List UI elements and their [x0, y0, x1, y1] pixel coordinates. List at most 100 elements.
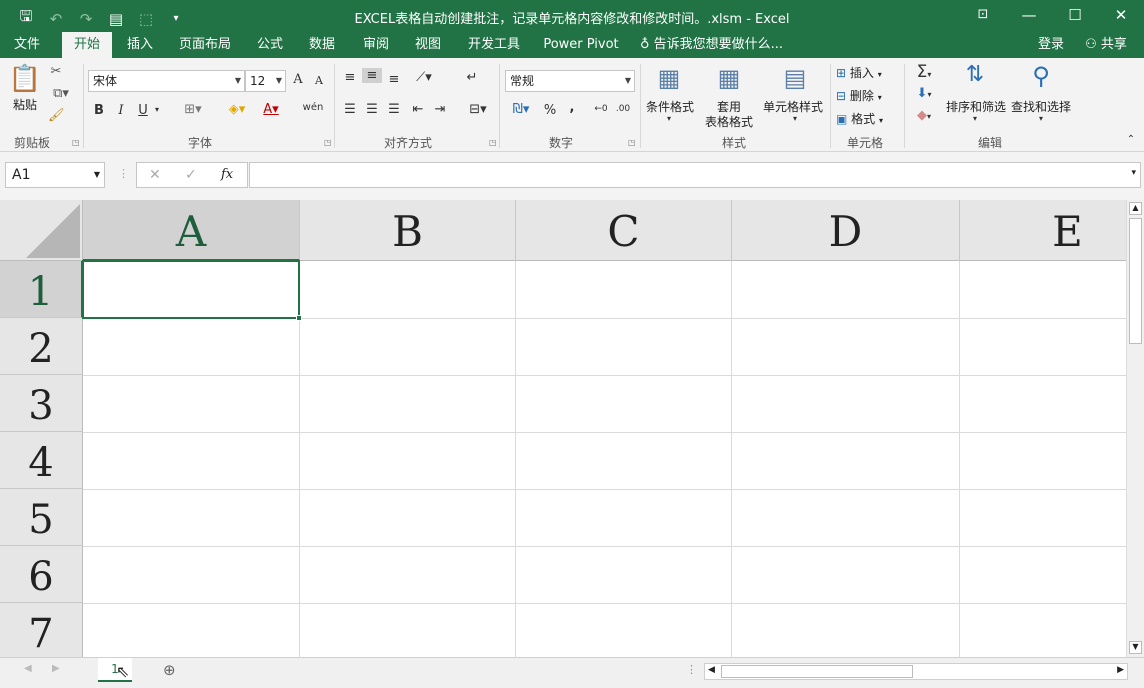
italic-button[interactable]: I: [114, 103, 128, 118]
tab-developer[interactable]: 开发工具: [460, 32, 528, 58]
close-icon[interactable]: ✕: [1098, 0, 1144, 32]
number-launcher-icon[interactable]: ◳: [628, 138, 636, 147]
column-header-a[interactable]: A: [83, 200, 300, 261]
font-name-select[interactable]: 宋体 ▼: [88, 70, 245, 92]
cell-styles-icon[interactable]: ▤: [778, 64, 812, 92]
bold-button[interactable]: B: [92, 103, 106, 118]
tab-splitter-icon[interactable]: ⋮: [686, 663, 697, 676]
align-right-icon[interactable]: ☰: [386, 102, 402, 117]
maximize-icon[interactable]: ☐: [1052, 0, 1098, 32]
align-center-icon[interactable]: ☰: [364, 102, 380, 117]
column-header-c[interactable]: C: [516, 200, 732, 261]
select-all-button[interactable]: [0, 200, 83, 261]
share-button[interactable]: ⚇ 共享: [1074, 32, 1138, 58]
cut-icon[interactable]: ✂: [48, 64, 64, 79]
row-header-5[interactable]: 5: [0, 489, 83, 546]
row-header-3[interactable]: 3: [0, 375, 83, 432]
tab-formulas[interactable]: 公式: [248, 32, 292, 58]
formula-input[interactable]: ▾: [249, 162, 1141, 188]
increase-font-icon[interactable]: A: [290, 72, 306, 87]
row-header-4[interactable]: 4: [0, 432, 83, 489]
tab-view[interactable]: 视图: [406, 32, 450, 58]
decrease-indent-icon[interactable]: ⇤: [410, 102, 426, 117]
tab-data[interactable]: 数据: [300, 32, 344, 58]
borders-icon[interactable]: ⊞▾: [178, 102, 208, 117]
minimize-icon[interactable]: —: [1006, 0, 1052, 32]
comma-button[interactable]: ,: [566, 100, 578, 115]
row-header-7[interactable]: 7: [0, 603, 83, 657]
orientation-icon[interactable]: ⟋▾: [410, 70, 438, 85]
conditional-format-icon[interactable]: ▦: [652, 64, 686, 92]
delete-cells-button[interactable]: ⊟ 删除 ▾: [836, 87, 900, 104]
tab-home[interactable]: 开始: [62, 32, 112, 58]
vertical-scrollbar[interactable]: ▲ ▼: [1126, 200, 1144, 657]
format-as-table-line2[interactable]: 表格格式: [698, 113, 760, 130]
cell-styles-button[interactable]: 单元格样式: [762, 98, 824, 115]
align-left-icon[interactable]: ☰: [342, 102, 358, 117]
splitter-icon[interactable]: ⋮: [118, 167, 129, 180]
conditional-format-button[interactable]: 条件格式: [644, 98, 696, 115]
scroll-down-icon[interactable]: ▼: [1129, 641, 1142, 654]
merge-center-icon[interactable]: ⊟▾: [464, 102, 492, 117]
format-painter-icon[interactable]: 🖌: [48, 108, 65, 123]
collapse-ribbon-icon[interactable]: ⌃: [1124, 134, 1138, 145]
fill-color-icon[interactable]: ◈▾: [222, 102, 252, 117]
sort-filter-icon[interactable]: ⇅: [958, 62, 992, 87]
phonetic-guide-icon[interactable]: wén: [298, 102, 328, 113]
tab-insert[interactable]: 插入: [118, 32, 162, 58]
increase-indent-icon[interactable]: ⇥: [432, 102, 448, 117]
tell-me-box[interactable]: ♁ 告诉我您想要做什么...: [640, 32, 790, 58]
decrease-font-icon[interactable]: A: [312, 74, 326, 87]
clipboard-launcher-icon[interactable]: ◳: [72, 138, 80, 147]
column-header-b[interactable]: B: [300, 200, 516, 261]
increase-decimal-icon[interactable]: ←0: [592, 104, 610, 114]
horizontal-scroll-thumb[interactable]: [721, 665, 913, 678]
font-launcher-icon[interactable]: ◳: [324, 138, 332, 147]
insert-cells-button[interactable]: ⊞ 插入 ▾: [836, 64, 900, 81]
alignment-launcher-icon[interactable]: ◳: [489, 138, 497, 147]
name-box[interactable]: A1 ▼: [5, 162, 105, 188]
login-button[interactable]: 登录: [1032, 32, 1070, 58]
font-color-icon[interactable]: A▾: [256, 102, 286, 117]
decrease-decimal-icon[interactable]: .00: [614, 104, 632, 114]
next-sheet-icon[interactable]: ▶: [52, 663, 60, 674]
row-header-2[interactable]: 2: [0, 318, 83, 375]
percent-button[interactable]: %: [542, 103, 558, 118]
align-bottom-icon[interactable]: ≡: [386, 72, 402, 87]
accounting-format-icon[interactable]: ₪▾: [506, 102, 536, 117]
tab-page-layout[interactable]: 页面布局: [172, 32, 238, 58]
wrap-text-icon[interactable]: ↵: [464, 70, 480, 85]
scroll-up-icon[interactable]: ▲: [1129, 202, 1142, 215]
expand-formula-icon[interactable]: ▾: [1131, 168, 1136, 178]
new-sheet-icon[interactable]: ⊕: [163, 661, 176, 679]
fill-icon[interactable]: ⬇▾: [910, 86, 938, 101]
number-format-select[interactable]: 常规 ▼: [505, 70, 635, 92]
prev-sheet-icon[interactable]: ◀: [24, 663, 32, 674]
align-top-icon[interactable]: ≡: [342, 70, 358, 85]
worksheet-grid[interactable]: A B C D E 1 2 3 4 5 6 7: [0, 200, 1126, 657]
autosum-icon[interactable]: Σ▾: [910, 62, 938, 82]
vertical-scroll-thumb[interactable]: [1129, 218, 1142, 344]
fill-handle[interactable]: [296, 315, 302, 321]
align-middle-icon[interactable]: ≡: [362, 68, 382, 83]
format-as-table-icon[interactable]: ▦: [712, 64, 746, 92]
column-header-d[interactable]: D: [732, 200, 960, 261]
clear-icon[interactable]: ◆▾: [910, 108, 938, 123]
find-select-button[interactable]: 查找和选择: [1010, 98, 1072, 115]
copy-icon[interactable]: ⧉▾: [48, 86, 74, 101]
format-cells-button[interactable]: ▣ 格式 ▾: [836, 110, 900, 127]
insert-function-icon[interactable]: fx: [221, 167, 233, 182]
cancel-icon[interactable]: ✕: [149, 167, 161, 183]
tab-review[interactable]: 审阅: [354, 32, 398, 58]
scroll-left-icon[interactable]: ◀: [708, 665, 715, 675]
active-cell-a1[interactable]: [82, 260, 300, 319]
font-size-select[interactable]: 12 ▼: [245, 70, 286, 92]
column-header-e[interactable]: E: [960, 200, 1126, 261]
search-icon[interactable]: ⚲: [1024, 62, 1058, 90]
chevron-down-icon[interactable]: ▾: [152, 105, 162, 114]
enter-icon[interactable]: ✓: [185, 167, 197, 183]
tab-file[interactable]: 文件: [4, 32, 50, 58]
row-header-6[interactable]: 6: [0, 546, 83, 603]
underline-button[interactable]: U: [136, 103, 150, 118]
ribbon-display-icon[interactable]: ⊡: [960, 0, 1006, 32]
